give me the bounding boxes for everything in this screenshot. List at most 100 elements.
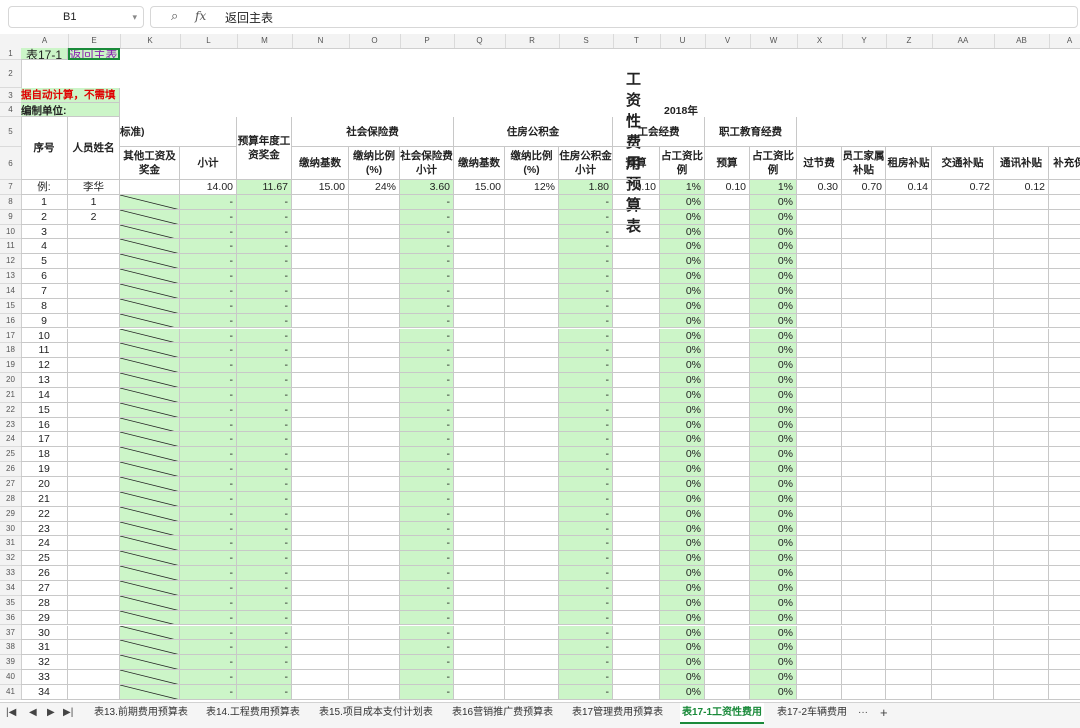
seq-cell[interactable]: 7 bbox=[21, 283, 68, 299]
data-cell[interactable]: 0% bbox=[660, 209, 705, 225]
example-cell[interactable]: 0.30 bbox=[797, 180, 842, 195]
data-cell[interactable] bbox=[349, 491, 400, 507]
data-cell[interactable]: - bbox=[400, 373, 454, 388]
data-cell[interactable] bbox=[842, 580, 886, 596]
name-cell[interactable] bbox=[68, 328, 120, 344]
data-cell[interactable] bbox=[292, 536, 349, 552]
more-tabs-icon[interactable]: ··· bbox=[858, 703, 868, 722]
row-header[interactable]: 28 bbox=[0, 492, 21, 507]
data-cell[interactable] bbox=[505, 477, 559, 492]
data-cell[interactable] bbox=[886, 283, 932, 299]
header-union-budget[interactable]: 预算 bbox=[613, 147, 660, 180]
data-cell[interactable] bbox=[994, 521, 1049, 537]
data-cell[interactable] bbox=[932, 402, 994, 418]
data-cell[interactable] bbox=[886, 462, 932, 477]
data-cell[interactable] bbox=[705, 580, 750, 596]
data-cell[interactable] bbox=[505, 298, 559, 314]
seq-cell[interactable]: 1 bbox=[21, 194, 68, 210]
name-cell[interactable] bbox=[68, 595, 120, 611]
data-cell[interactable] bbox=[994, 684, 1049, 700]
data-cell[interactable] bbox=[349, 402, 400, 418]
data-cell[interactable] bbox=[886, 358, 932, 374]
data-cell[interactable] bbox=[454, 447, 505, 463]
other-wage-cell[interactable] bbox=[120, 566, 180, 581]
tab-nav-icon[interactable]: |◀ bbox=[6, 703, 16, 722]
row-header[interactable]: 19 bbox=[0, 358, 21, 374]
seq-cell[interactable]: 31 bbox=[21, 640, 68, 656]
data-cell[interactable]: - bbox=[237, 269, 292, 284]
data-cell[interactable] bbox=[454, 402, 505, 418]
data-cell[interactable]: - bbox=[180, 610, 237, 626]
data-cell[interactable] bbox=[705, 358, 750, 374]
data-cell[interactable] bbox=[932, 462, 994, 477]
data-cell[interactable] bbox=[349, 209, 400, 225]
data-cell[interactable]: - bbox=[237, 432, 292, 448]
data-cell[interactable] bbox=[1049, 195, 1080, 210]
data-cell[interactable] bbox=[932, 343, 994, 359]
column-header[interactable]: Z bbox=[886, 34, 933, 48]
sheet-tab[interactable]: 表14.工程费用预算表 bbox=[204, 703, 302, 722]
row-header[interactable]: 12 bbox=[0, 254, 21, 270]
data-cell[interactable] bbox=[292, 595, 349, 611]
data-cell[interactable] bbox=[505, 194, 559, 210]
other-wage-cell[interactable] bbox=[120, 536, 180, 552]
seq-cell[interactable]: 2 bbox=[21, 209, 68, 225]
data-cell[interactable] bbox=[932, 521, 994, 537]
data-cell[interactable] bbox=[994, 417, 1049, 433]
header-holiday[interactable]: 过节费 bbox=[797, 147, 842, 180]
data-cell[interactable] bbox=[505, 239, 559, 255]
data-cell[interactable] bbox=[797, 239, 842, 255]
data-cell[interactable] bbox=[705, 670, 750, 685]
data-cell[interactable]: - bbox=[237, 298, 292, 314]
data-cell[interactable] bbox=[613, 536, 660, 552]
data-cell[interactable] bbox=[842, 610, 886, 626]
data-cell[interactable] bbox=[292, 521, 349, 537]
data-cell[interactable] bbox=[705, 566, 750, 581]
data-cell[interactable] bbox=[797, 580, 842, 596]
data-cell[interactable]: - bbox=[400, 194, 454, 210]
data-cell[interactable]: - bbox=[559, 283, 613, 299]
data-cell[interactable]: - bbox=[180, 447, 237, 463]
data-cell[interactable] bbox=[886, 343, 932, 359]
data-cell[interactable] bbox=[705, 417, 750, 433]
data-cell[interactable] bbox=[454, 477, 505, 492]
data-cell[interactable] bbox=[349, 254, 400, 270]
row-header[interactable]: 9 bbox=[0, 210, 21, 225]
data-cell[interactable] bbox=[613, 684, 660, 700]
data-cell[interactable]: - bbox=[180, 566, 237, 581]
data-cell[interactable]: - bbox=[400, 640, 454, 656]
column-header[interactable]: W bbox=[750, 34, 798, 48]
data-cell[interactable] bbox=[842, 640, 886, 656]
data-cell[interactable]: - bbox=[237, 640, 292, 656]
data-cell[interactable] bbox=[454, 521, 505, 537]
data-cell[interactable]: 0% bbox=[750, 491, 797, 507]
data-cell[interactable] bbox=[613, 402, 660, 418]
data-cell[interactable] bbox=[1049, 507, 1080, 522]
data-cell[interactable] bbox=[705, 521, 750, 537]
data-cell[interactable] bbox=[613, 670, 660, 685]
data-cell[interactable]: 0% bbox=[750, 447, 797, 463]
data-cell[interactable]: 0% bbox=[660, 521, 705, 537]
data-cell[interactable] bbox=[886, 536, 932, 552]
data-cell[interactable] bbox=[454, 313, 505, 329]
other-wage-cell[interactable] bbox=[120, 491, 180, 507]
data-cell[interactable]: 0% bbox=[660, 387, 705, 403]
column-header[interactable]: X bbox=[797, 34, 843, 48]
data-cell[interactable] bbox=[994, 551, 1049, 567]
spreadsheet-grid[interactable]: A E K L M N O P Q R S T U V W X Y Z AA AB A 1 2 3 4 5 6 7 8 9 10 11 12 1… bbox=[0, 34, 1080, 702]
other-wage-cell[interactable] bbox=[120, 283, 180, 299]
row-header[interactable]: 41 bbox=[0, 685, 21, 700]
data-cell[interactable]: - bbox=[180, 254, 237, 270]
column-header[interactable]: R bbox=[505, 34, 560, 48]
seq-cell[interactable]: 5 bbox=[21, 254, 68, 270]
row-header[interactable]: 27 bbox=[0, 477, 21, 492]
data-cell[interactable]: - bbox=[400, 551, 454, 567]
data-cell[interactable] bbox=[1049, 655, 1080, 671]
data-cell[interactable]: 0% bbox=[750, 506, 797, 522]
data-cell[interactable]: - bbox=[180, 417, 237, 433]
data-cell[interactable] bbox=[1049, 373, 1080, 388]
row-header[interactable]: 10 bbox=[0, 225, 21, 240]
data-cell[interactable] bbox=[797, 595, 842, 611]
seq-cell[interactable]: 15 bbox=[21, 402, 68, 418]
data-cell[interactable] bbox=[613, 447, 660, 463]
